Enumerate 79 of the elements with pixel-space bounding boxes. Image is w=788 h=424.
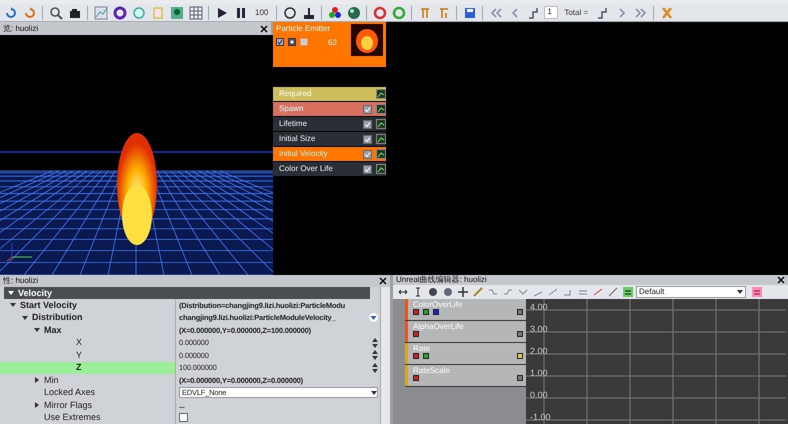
sphere-icon[interactable] bbox=[345, 4, 362, 20]
property-label: Z bbox=[75, 362, 82, 374]
checkbox-icon[interactable] bbox=[363, 104, 372, 114]
axis-gizmo-icon bbox=[6, 242, 32, 262]
color-swatch[interactable] bbox=[413, 309, 419, 316]
expand-icon[interactable] bbox=[34, 402, 40, 408]
search-icon[interactable] bbox=[47, 4, 64, 20]
color-swatch[interactable] bbox=[413, 375, 419, 382]
axis-label: -1.00 bbox=[529, 412, 552, 424]
spin-arrows-icon[interactable] bbox=[372, 338, 378, 348]
axis-label: 0.00 bbox=[529, 390, 549, 402]
curve-graph[interactable]: 4.00 3.00 2.00 1.00 0.00 -1.00 bbox=[526, 298, 788, 424]
scrollbar[interactable] bbox=[380, 287, 390, 424]
property-label: X bbox=[75, 337, 82, 348]
checkbox-icon[interactable] bbox=[276, 38, 284, 46]
property-label: Use Extremes bbox=[44, 412, 101, 424]
emitter-title: Particle Emitter bbox=[276, 24, 332, 34]
module-row[interactable]: Color Over Life bbox=[273, 162, 386, 177]
checkbox-icon[interactable] bbox=[363, 150, 372, 158]
axis-label: 1.00 bbox=[529, 368, 549, 380]
panel-title: 览: huolizi bbox=[3, 24, 38, 34]
panel-title: Unreal曲线编辑器: huolizi bbox=[396, 275, 487, 285]
color-dots-icon[interactable] bbox=[326, 4, 344, 20]
end-swatch[interactable] bbox=[517, 353, 523, 360]
fire-thumbnail-drawing bbox=[351, 24, 383, 56]
axis-label: 2.00 bbox=[529, 346, 549, 358]
dots-icon[interactable] bbox=[288, 38, 296, 46]
property-label: Max bbox=[44, 324, 62, 336]
expand-icon bbox=[8, 290, 14, 296]
curve-icon[interactable] bbox=[376, 89, 386, 99]
category-header[interactable]: Velocity bbox=[4, 287, 370, 299]
checkbox-icon[interactable] bbox=[363, 120, 372, 128]
curve-icon[interactable] bbox=[376, 149, 386, 159]
close-icon[interactable] bbox=[777, 276, 785, 284]
end-swatch[interactable] bbox=[517, 331, 523, 338]
close-icon[interactable] bbox=[379, 277, 387, 285]
spin-arrows-icon[interactable] bbox=[372, 350, 378, 360]
particle-count: 62 bbox=[327, 38, 337, 48]
grid-icon[interactable] bbox=[187, 4, 204, 20]
checkbox-icon[interactable] bbox=[363, 134, 372, 144]
ring-icon[interactable] bbox=[111, 4, 128, 20]
axis-label: 4.00 bbox=[529, 302, 549, 314]
curve-icon[interactable] bbox=[376, 119, 386, 129]
close-icon[interactable] bbox=[260, 24, 268, 32]
collapse-icon[interactable] bbox=[34, 327, 40, 334]
lod-field[interactable]: 1 bbox=[544, 6, 558, 19]
preset-dropdown[interactable]: Default bbox=[636, 286, 746, 298]
color-swatch[interactable] bbox=[413, 331, 419, 338]
color-swatch[interactable] bbox=[423, 353, 429, 360]
expand-icon[interactable] bbox=[34, 377, 40, 384]
color-swatch[interactable] bbox=[433, 309, 439, 316]
checkbox[interactable] bbox=[179, 413, 188, 422]
property-label: Start Velocity bbox=[20, 300, 78, 311]
speed-label: 100 bbox=[254, 8, 270, 18]
spin-arrows-icon[interactable] bbox=[372, 362, 378, 373]
end-swatch[interactable] bbox=[517, 309, 523, 316]
caret-icon bbox=[371, 390, 377, 395]
property-label: Locked Axes bbox=[44, 387, 96, 398]
undo-icon[interactable] bbox=[371, 4, 388, 20]
panel-title: 性: huolizi bbox=[3, 276, 38, 286]
axis-label: 3.00 bbox=[529, 324, 549, 336]
property-label: Min bbox=[44, 374, 59, 386]
collapse-icon[interactable] bbox=[22, 314, 28, 321]
module-row[interactable]: Initial Size bbox=[273, 132, 386, 147]
checkbox-icon[interactable] bbox=[363, 164, 372, 174]
property-label: Y bbox=[75, 350, 82, 361]
color-swatch[interactable] bbox=[423, 309, 429, 316]
lod-total-label: Total = bbox=[563, 8, 590, 18]
curve-icon[interactable] bbox=[376, 134, 386, 144]
color-swatch[interactable] bbox=[413, 353, 419, 360]
property-label: Mirror Flags bbox=[44, 400, 92, 411]
module-row[interactable]: Lifetime bbox=[273, 117, 386, 132]
curve-icon[interactable] bbox=[376, 164, 386, 174]
collapse-icon[interactable] bbox=[10, 302, 16, 308]
dropdown-icon[interactable] bbox=[369, 313, 378, 322]
end-swatch[interactable] bbox=[517, 375, 523, 382]
property-label: Distribution bbox=[32, 312, 82, 324]
curve-icon[interactable] bbox=[376, 104, 386, 114]
caret-icon bbox=[737, 290, 743, 294]
